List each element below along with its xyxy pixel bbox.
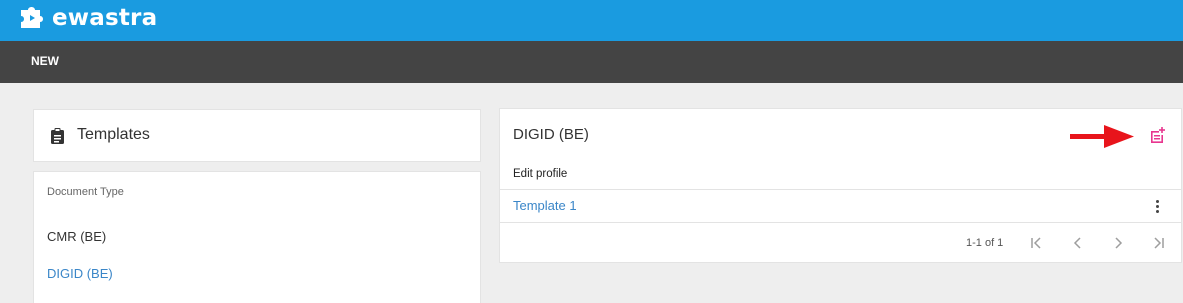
previous-page-button[interactable] bbox=[1068, 233, 1088, 253]
chevron-left-icon bbox=[1073, 237, 1081, 249]
chevron-right-icon bbox=[1115, 237, 1123, 249]
template-detail-card: DIGID (BE) Edit profile Template 1 1-1 o… bbox=[499, 108, 1182, 263]
first-page-icon bbox=[1031, 237, 1041, 249]
divider bbox=[500, 189, 1181, 190]
divider bbox=[500, 222, 1181, 223]
app-header: ewastra bbox=[0, 0, 1183, 41]
document-type-item-cmr-be[interactable]: CMR (BE) bbox=[47, 229, 106, 244]
edit-profile-label[interactable]: Edit profile bbox=[513, 168, 567, 180]
document-type-item-digid-be[interactable]: DIGID (BE) bbox=[47, 266, 113, 281]
red-arrow-annotation bbox=[1070, 125, 1134, 148]
first-page-button[interactable] bbox=[1026, 233, 1046, 253]
add-template-button[interactable] bbox=[1147, 125, 1167, 145]
add-document-icon bbox=[1151, 127, 1165, 143]
clipboard-icon bbox=[51, 128, 64, 144]
templates-header-card: Templates bbox=[33, 109, 481, 162]
last-page-icon bbox=[1154, 237, 1164, 249]
brand-logo[interactable]: ewastra bbox=[18, 4, 157, 32]
menu-bar: NEW bbox=[0, 41, 1183, 83]
brand-name: ewastra bbox=[52, 5, 158, 31]
document-type-label: Document Type bbox=[47, 186, 124, 198]
last-page-button[interactable] bbox=[1149, 233, 1169, 253]
row-more-menu-icon[interactable] bbox=[1149, 196, 1165, 216]
pagination-range: 1-1 of 1 bbox=[966, 237, 1004, 249]
document-type-list: Document Type CMR (BE) DIGID (BE) bbox=[33, 171, 481, 303]
templates-title: Templates bbox=[77, 126, 150, 143]
new-menu-item[interactable]: NEW bbox=[31, 54, 59, 68]
detail-title: DIGID (BE) bbox=[513, 126, 589, 143]
next-page-button[interactable] bbox=[1108, 233, 1128, 253]
puzzle-icon bbox=[21, 7, 43, 28]
template-row-link[interactable]: Template 1 bbox=[513, 198, 577, 213]
